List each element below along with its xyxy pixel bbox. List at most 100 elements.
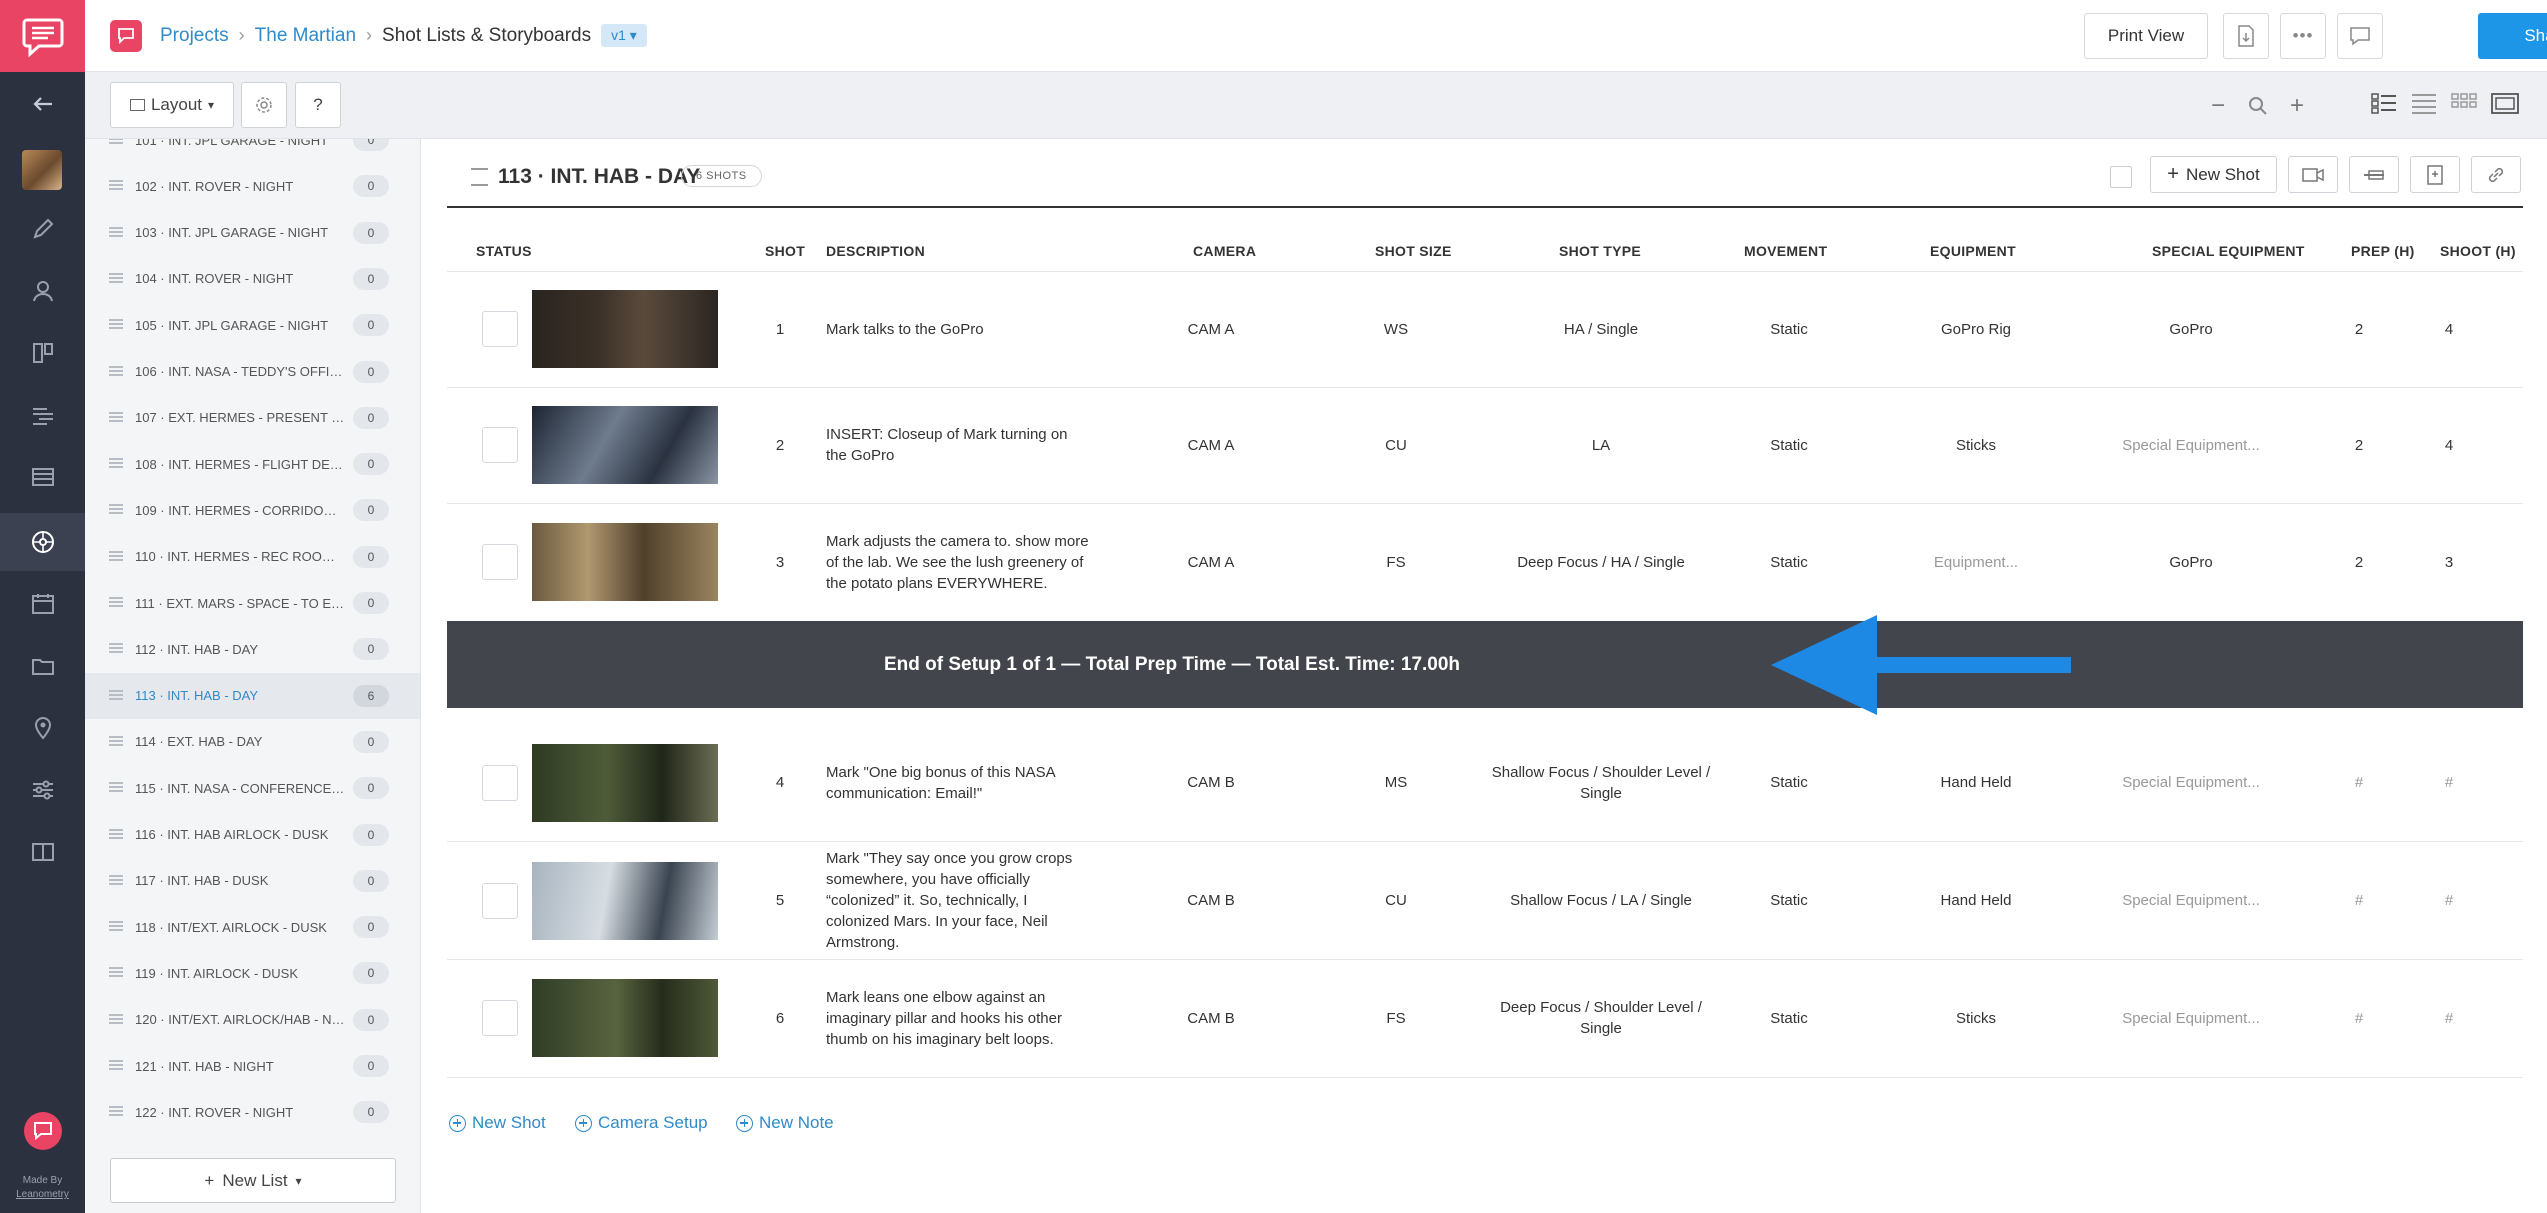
drag-handle-icon[interactable] <box>109 180 123 191</box>
shot-equipment-cell[interactable]: Hand Held <box>1896 842 2056 959</box>
zoom-out-icon[interactable]: − <box>2211 92 2225 120</box>
shot-description-cell[interactable]: Mark adjusts the camera to. show more of… <box>826 503 1091 621</box>
shot-row[interactable]: 4 Mark "One big bonus of this NASA commun… <box>447 724 2523 841</box>
add-page-icon[interactable] <box>2410 156 2460 193</box>
folder-icon[interactable] <box>0 637 85 695</box>
scene-list-item[interactable]: 113 · INT. HAB - DAY 6 <box>85 672 420 719</box>
shotlist-icon[interactable] <box>0 513 85 571</box>
drag-handle-icon[interactable] <box>109 1013 123 1024</box>
shot-description-cell[interactable]: Mark talks to the GoPro <box>826 271 1091 387</box>
col-description[interactable]: DESCRIPTION <box>826 243 925 259</box>
shot-equipment-cell[interactable]: GoPro Rig <box>1896 271 2056 387</box>
col-shoot[interactable]: SHOOT (H) <box>2440 243 2516 259</box>
shot-movement-cell[interactable]: Static <box>1739 503 1839 621</box>
breadcrumb-projects[interactable]: Projects <box>160 25 229 47</box>
col-shot-type[interactable]: SHOT TYPE <box>1559 243 1641 259</box>
shot-equipment-cell[interactable]: Equipment... <box>1896 503 2056 621</box>
shot-type-cell[interactable]: Shallow Focus / LA / Single <box>1481 842 1721 959</box>
shot-row[interactable]: 3 Mark adjusts the camera to. show more o… <box>447 503 2523 621</box>
shot-description-cell[interactable]: INSERT: Closeup of Mark turning on the G… <box>826 387 1091 503</box>
shot-type-cell[interactable]: Shallow Focus / Shoulder Level / Single <box>1481 724 1721 841</box>
add-new-note-link[interactable]: New Note <box>736 1113 834 1133</box>
storyboard-icon[interactable] <box>0 324 85 382</box>
shot-size-cell[interactable]: CU <box>1341 387 1451 503</box>
drag-handle-icon[interactable] <box>109 504 123 515</box>
shot-thumbnail[interactable] <box>532 861 718 940</box>
shot-size-cell[interactable]: CU <box>1341 842 1451 959</box>
studiobinder-logo-icon[interactable] <box>0 0 85 72</box>
add-camera-setup-link[interactable]: Camera Setup <box>575 1113 708 1133</box>
scene-list-item[interactable]: 106 · INT. NASA - TEDDY'S OFFICE -... 0 <box>85 349 420 395</box>
shot-size-cell[interactable]: WS <box>1341 271 1451 387</box>
select-all-checkbox[interactable] <box>2110 166 2132 188</box>
shot-special-cell[interactable]: Special Equipment... <box>2101 724 2281 841</box>
shot-shoot-cell[interactable]: # <box>2429 842 2469 959</box>
shot-size-cell[interactable]: FS <box>1341 959 1451 1077</box>
shot-prep-cell[interactable]: # <box>2339 959 2379 1077</box>
col-shot[interactable]: SHOT <box>765 243 805 259</box>
shot-shot-cell[interactable]: 6 <box>765 959 795 1077</box>
status-checkbox[interactable] <box>482 882 518 919</box>
chat-logo-icon[interactable] <box>24 1112 62 1150</box>
shot-prep-cell[interactable]: 2 <box>2339 271 2379 387</box>
drag-handle-icon[interactable] <box>471 168 488 186</box>
shot-row[interactable]: 6 Mark leans one elbow against an imagina… <box>447 959 2523 1077</box>
drag-handle-icon[interactable] <box>109 550 123 561</box>
shot-thumbnail[interactable] <box>532 523 718 601</box>
scene-list-item[interactable]: 117 · INT. HAB - DUSK 0 <box>85 858 420 904</box>
zoom-search-icon[interactable] <box>2248 95 2268 123</box>
avatar[interactable] <box>22 150 62 190</box>
shot-equipment-cell[interactable]: Sticks <box>1896 387 2056 503</box>
drag-handle-icon[interactable] <box>109 411 123 422</box>
sliders-icon[interactable] <box>0 761 85 819</box>
scene-list-item[interactable]: 112 · INT. HAB - DAY 0 <box>85 626 420 672</box>
scene-list-item[interactable]: 114 · EXT. HAB - DAY 0 <box>85 719 420 765</box>
scene-list-item[interactable]: 102 · INT. ROVER - NIGHT 0 <box>85 163 420 209</box>
drag-handle-icon[interactable] <box>109 921 123 932</box>
scene-list-item[interactable]: 120 · INT/EXT. AIRLOCK/HAB - NIG... 0 <box>85 997 420 1043</box>
zoom-in-icon[interactable]: + <box>2290 92 2304 120</box>
drag-handle-icon[interactable] <box>109 828 123 839</box>
col-status[interactable]: STATUS <box>476 243 532 259</box>
rows-view-icon[interactable] <box>2411 92 2439 118</box>
shot-type-cell[interactable]: Deep Focus / HA / Single <box>1481 503 1721 621</box>
shot-shot-cell[interactable]: 3 <box>765 503 795 621</box>
drag-handle-icon[interactable] <box>109 458 123 469</box>
book-icon[interactable] <box>0 823 85 881</box>
shot-size-cell[interactable]: MS <box>1341 724 1451 841</box>
user-icon[interactable] <box>0 262 85 320</box>
shot-special-cell[interactable]: GoPro <box>2101 503 2281 621</box>
drag-handle-icon[interactable] <box>109 967 123 978</box>
status-checkbox[interactable] <box>482 764 518 801</box>
status-checkbox[interactable] <box>482 311 518 347</box>
shot-shoot-cell[interactable]: 4 <box>2429 387 2469 503</box>
insert-row-icon[interactable] <box>2349 156 2399 193</box>
new-list-button[interactable]: + New List ▾ <box>110 1158 396 1203</box>
shot-camera-cell[interactable]: CAM B <box>1156 842 1266 959</box>
scene-list-item[interactable]: 109 · INT. HERMES - CORRIDOR - S... 0 <box>85 487 420 533</box>
shot-row[interactable]: 2 INSERT: Closeup of Mark turning on the … <box>447 387 2523 503</box>
scene-list-item[interactable]: 121 · INT. HAB - NIGHT 0 <box>85 1043 420 1089</box>
shot-row[interactable]: 5 Mark "They say once you grow crops some… <box>447 842 2523 959</box>
made-by-credit[interactable]: Made By Leanometry <box>0 1174 85 1202</box>
shot-camera-cell[interactable]: CAM A <box>1156 387 1266 503</box>
shot-movement-cell[interactable]: Static <box>1739 959 1839 1077</box>
drag-handle-icon[interactable] <box>109 1106 123 1117</box>
shot-thumbnail[interactable] <box>532 290 718 368</box>
more-options-icon[interactable]: ••• <box>2280 13 2326 59</box>
shot-camera-cell[interactable]: CAM A <box>1156 271 1266 387</box>
shot-description-cell[interactable]: Mark "One big bonus of this NASA communi… <box>826 724 1091 841</box>
shot-movement-cell[interactable]: Static <box>1739 271 1839 387</box>
scene-list-item[interactable]: 110 · INT. HERMES - REC ROOM - S... 0 <box>85 534 420 580</box>
shot-shoot-cell[interactable]: 3 <box>2429 503 2469 621</box>
shot-thumbnail[interactable] <box>532 743 718 822</box>
shot-equipment-cell[interactable]: Sticks <box>1896 959 2056 1077</box>
schedule-icon[interactable] <box>0 448 85 506</box>
version-dropdown[interactable]: v1 ▾ <box>601 24 647 47</box>
shot-shot-cell[interactable]: 4 <box>765 724 795 841</box>
shot-camera-cell[interactable]: CAM B <box>1156 959 1266 1077</box>
calendar-icon[interactable] <box>0 575 85 633</box>
shot-prep-cell[interactable]: 2 <box>2339 503 2379 621</box>
shot-description-cell[interactable]: Mark leans one elbow against an imaginar… <box>826 959 1091 1077</box>
scene-list-item[interactable]: 105 · INT. JPL GARAGE - NIGHT 0 <box>85 302 420 348</box>
